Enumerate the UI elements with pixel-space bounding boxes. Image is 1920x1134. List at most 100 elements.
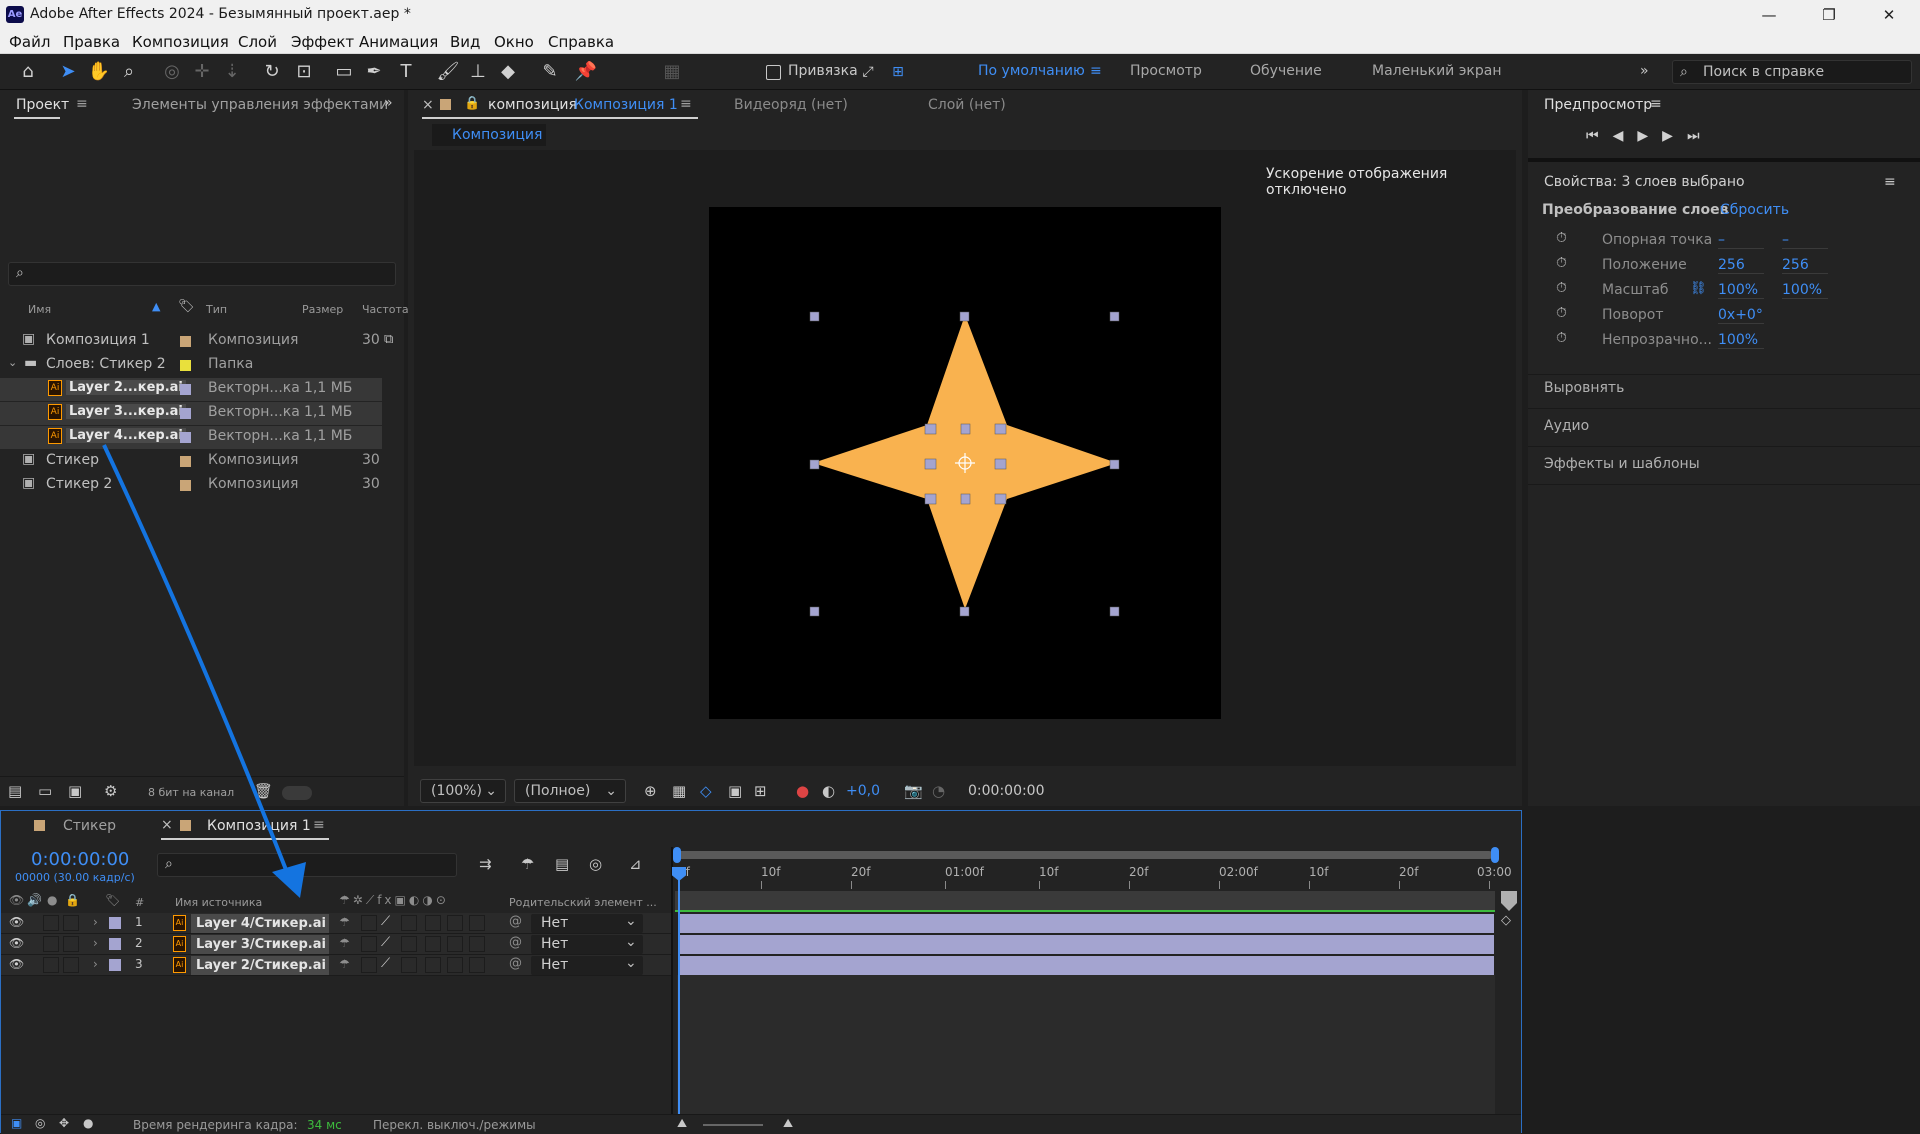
stopwatch-icon[interactable]: ⏱: [1556, 305, 1567, 321]
reset-exposure-icon[interactable]: ◐: [822, 782, 835, 800]
property-value-1[interactable]: 100%: [1718, 332, 1764, 349]
project-settings-icon[interactable]: ⚙: [104, 782, 117, 800]
constrain-link-icon[interactable]: ⛓: [1690, 281, 1707, 296]
layer-bar-2[interactable]: [678, 935, 1494, 954]
transfer-controls-icon[interactable]: ◎: [35, 1116, 45, 1130]
panel-overflow-icon[interactable]: »: [384, 95, 393, 111]
adjustment-switch[interactable]: [447, 915, 463, 931]
col-source-name[interactable]: Имя источника: [175, 896, 262, 909]
tab-footage[interactable]: Видеоряд (нет): [734, 97, 848, 113]
hand-tool-icon[interactable]: ✋: [87, 60, 111, 84]
work-area-start-handle[interactable]: [673, 847, 681, 863]
layer-bar-1[interactable]: [678, 914, 1494, 933]
property-value-1[interactable]: 100%: [1718, 282, 1764, 299]
project-item[interactable]: Ai Layer 2...кер.ai Векторн...ка 1,1 МБ: [0, 378, 382, 401]
in-out-icon[interactable]: ✥: [59, 1116, 69, 1130]
channels-icon[interactable]: ●: [796, 782, 809, 800]
menu-effect[interactable]: Эффект: [291, 33, 354, 51]
work-area-bar[interactable]: [675, 851, 1493, 859]
align-icon[interactable]: ▦: [660, 60, 684, 84]
flowchart-icon[interactable]: ⧉: [384, 332, 393, 347]
eraser-tool-icon[interactable]: ◆: [496, 60, 520, 84]
visibility-eye-icon[interactable]: 👁: [9, 957, 24, 971]
project-item-name[interactable]: Композиция 1: [46, 332, 150, 348]
property-value-2[interactable]: 256: [1782, 257, 1828, 274]
brush-tool-icon[interactable]: 🖌: [436, 60, 460, 84]
tab-project[interactable]: Проект: [16, 97, 69, 113]
snap-target-icon[interactable]: ⊞: [886, 60, 910, 84]
menu-edit[interactable]: Правка: [63, 33, 120, 51]
toggle-switches-modes[interactable]: Перекл. выключ./режимы: [373, 1118, 536, 1132]
label-swatch[interactable]: [109, 959, 121, 971]
quality-switch-icon[interactable]: ⟋: [381, 914, 390, 929]
tab-effect-controls[interactable]: Элементы управления эффектами: [132, 97, 388, 113]
adjustment-switch[interactable]: [447, 936, 463, 952]
tab-sticker[interactable]: Стикер: [63, 818, 116, 834]
dolly-camera-icon[interactable]: ⇣: [220, 60, 244, 84]
keyframe-nav-icon[interactable]: ◇: [1501, 913, 1511, 928]
project-item[interactable]: ⌄ ▬ Слоев: Стикер 2 Папка: [0, 354, 382, 377]
project-item-name[interactable]: Layer 3...кер.ai: [66, 404, 186, 419]
pickwhip-icon[interactable]: @: [509, 935, 522, 950]
chevron-down-icon[interactable]: ⌄: [8, 356, 17, 369]
fx-switch[interactable]: [401, 936, 417, 952]
project-item[interactable]: ▣ Стикер Композиция 30: [0, 450, 382, 473]
col-size[interactable]: Размер: [302, 303, 343, 316]
timeline-search-input[interactable]: [157, 853, 457, 877]
property-value-2[interactable]: 100%: [1782, 282, 1828, 299]
pickwhip-icon[interactable]: @: [509, 914, 522, 929]
layer-name[interactable]: Layer 2/Стикер.ai: [191, 956, 329, 975]
comp-marker-bin-icon[interactable]: [1501, 891, 1517, 911]
collapse-switch[interactable]: [361, 915, 377, 931]
visibility-eye-icon[interactable]: 👁: [9, 936, 24, 950]
audio-icon[interactable]: 🔊: [27, 893, 42, 907]
col-rate[interactable]: Частота: [362, 303, 409, 316]
first-frame-icon[interactable]: ⏮: [1586, 128, 1613, 144]
restore-icon[interactable]: ❐: [1806, 2, 1852, 28]
lock-switch[interactable]: [63, 936, 79, 952]
interpret-footage-icon[interactable]: ▤: [8, 782, 22, 800]
section-align[interactable]: Выровнять: [1544, 380, 1624, 396]
collapse-switch[interactable]: [361, 957, 377, 973]
snapshot-icon[interactable]: 📷: [904, 782, 923, 800]
menu-file[interactable]: Файл: [9, 33, 50, 51]
selection-tool-icon[interactable]: ➤: [56, 60, 80, 84]
rotate-tool-icon[interactable]: ↻: [260, 60, 284, 84]
quality-switch-icon[interactable]: ⟋: [381, 956, 390, 971]
label-swatch[interactable]: [180, 432, 191, 443]
lock-switch[interactable]: [63, 915, 79, 931]
col-type[interactable]: Тип: [206, 303, 227, 316]
section-audio[interactable]: Аудио: [1544, 418, 1589, 434]
project-item-name[interactable]: Слоев: Стикер 2: [46, 356, 166, 372]
property-value-1[interactable]: 0x+0°: [1718, 307, 1764, 324]
pan-camera-icon[interactable]: ✛: [190, 60, 214, 84]
zoom-tool-icon[interactable]: ⌕: [117, 60, 141, 84]
motion-blur-switch[interactable]: [425, 957, 441, 973]
transparency-grid-icon[interactable]: ▦: [672, 782, 686, 800]
shy-switch-icon[interactable]: ☂: [339, 957, 350, 971]
preview-toggle[interactable]: [282, 786, 312, 800]
grid-guides-icon[interactable]: ⊞: [754, 782, 767, 800]
show-snapshot-icon[interactable]: ◔: [932, 782, 945, 800]
shy-layers-icon[interactable]: ☂: [521, 855, 534, 873]
graph-editor-icon[interactable]: ⊿: [629, 855, 642, 873]
menu-animation[interactable]: Анимация: [359, 33, 438, 51]
label-swatch[interactable]: [180, 360, 191, 371]
menu-help[interactable]: Справка: [548, 33, 614, 51]
label-swatch[interactable]: [180, 456, 191, 467]
workspace-learn[interactable]: Обучение: [1250, 63, 1322, 79]
workspace-small-screen[interactable]: Маленький экран: [1372, 63, 1502, 79]
tab-composition-1[interactable]: Композиция 1: [207, 818, 311, 834]
layer-row[interactable]: 👁 › 1 Ai Layer 4/Стикер.ai ☂ ⟋ @ Нет ⌄: [1, 913, 671, 934]
expand-chevron-icon[interactable]: ›: [93, 915, 98, 929]
solo-switch[interactable]: [43, 936, 59, 952]
exposure-value[interactable]: +0,0: [846, 783, 880, 799]
roto-brush-icon[interactable]: ✎: [538, 60, 562, 84]
label-swatch[interactable]: [180, 480, 191, 491]
adjustment-switch[interactable]: [447, 957, 463, 973]
orbit-camera-icon[interactable]: ◎: [160, 60, 184, 84]
solo-switch[interactable]: [43, 957, 59, 973]
lock-icon[interactable]: 🔒: [464, 96, 480, 111]
rectangle-tool-icon[interactable]: ▭: [332, 60, 356, 84]
comp-frame[interactable]: [709, 207, 1221, 719]
